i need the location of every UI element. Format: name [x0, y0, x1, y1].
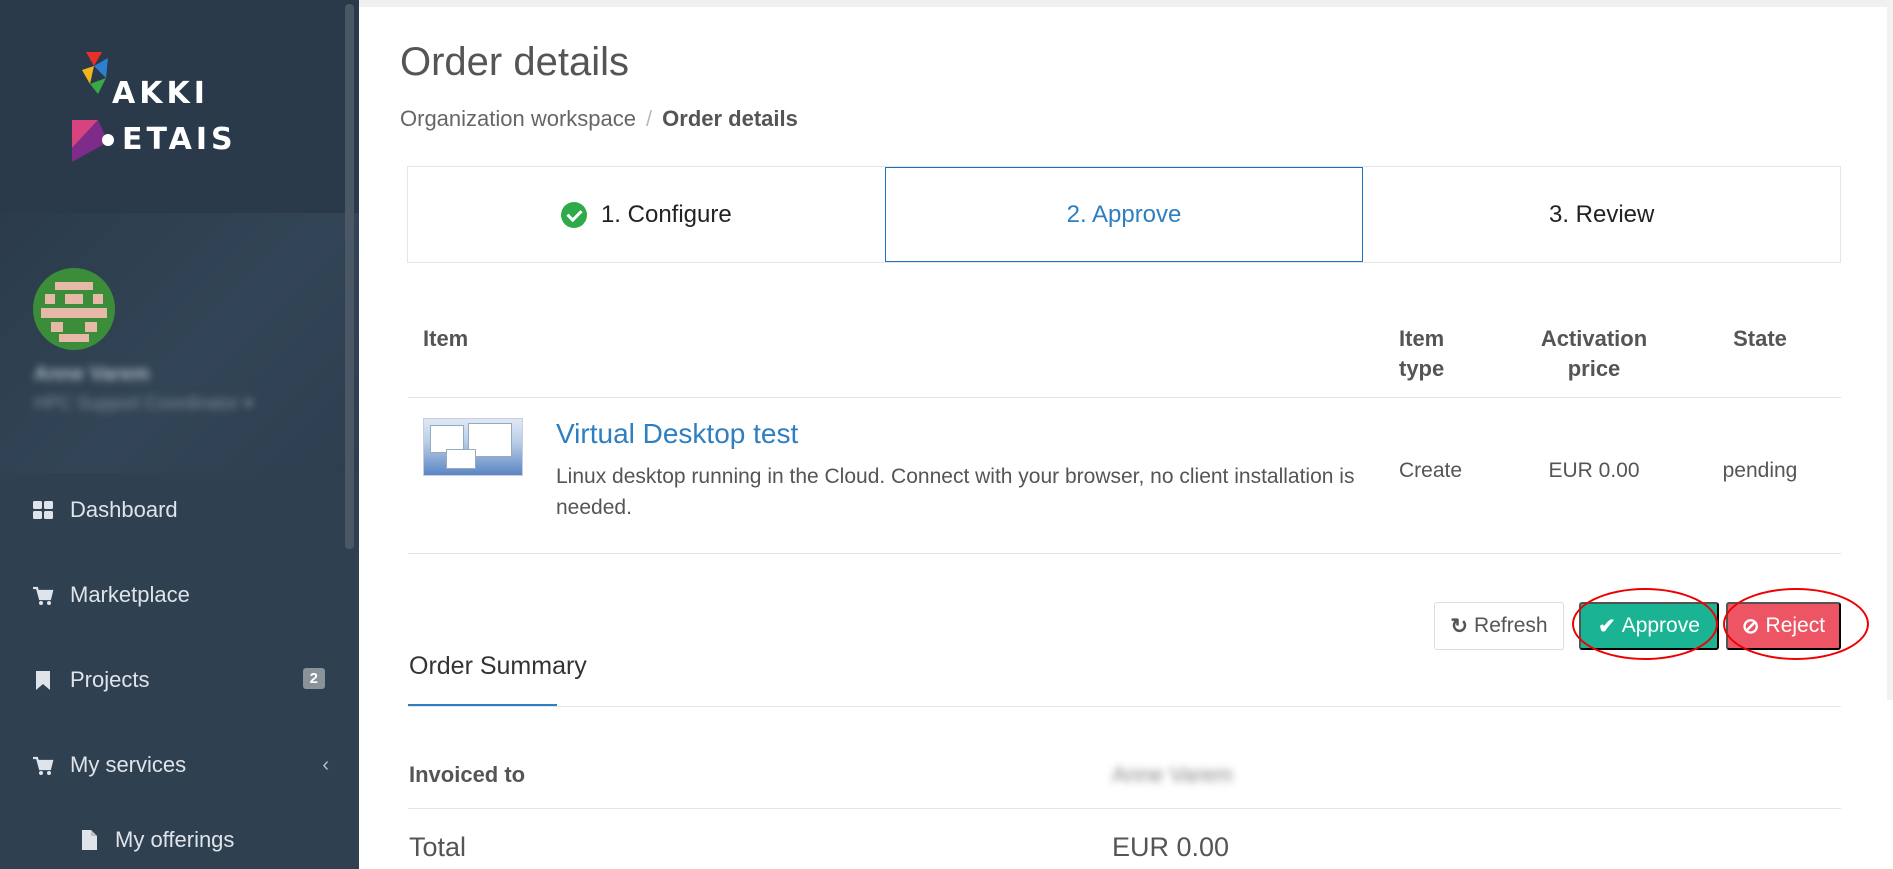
header-item-type: Item type [1384, 312, 1509, 399]
sidebar-item-projects[interactable]: Projects 2 [0, 650, 359, 710]
refresh-label: Refresh [1474, 614, 1548, 637]
item-thumbnail[interactable] [423, 418, 523, 477]
approve-label: Approve [1621, 614, 1700, 637]
reject-label: Reject [1765, 614, 1826, 637]
breadcrumb-parent-link[interactable]: Organization workspace [400, 106, 636, 131]
approve-button[interactable]: ✔ Approve [1579, 602, 1719, 650]
sidebar-item-label: My services [70, 752, 187, 777]
header-item: Item [408, 312, 1384, 399]
sidebar-item-label: Dashboard [70, 497, 178, 522]
activation-price-cell: EUR 0.00 [1509, 397, 1679, 555]
app-root: AKKI ETAIS Anne Varem HPC Support Coordi… [0, 0, 1893, 869]
step-label: 3. Review [1548, 200, 1655, 228]
divider [408, 706, 1841, 707]
projects-count-badge: 2 [302, 668, 325, 689]
sidebar-item-label: Marketplace [70, 582, 190, 607]
step-review[interactable]: 3. Review [1363, 167, 1840, 262]
order-stepper: 1. Configure 2. Approve 3. Review [407, 166, 1841, 263]
reject-button[interactable]: ⊘ Reject [1726, 602, 1841, 650]
sidebar-item-my-offerings[interactable]: My offerings [0, 810, 359, 869]
step-configure[interactable]: 1. Configure [408, 167, 885, 262]
header-activation-price-text: Activation price [1540, 326, 1648, 381]
logo-area: AKKI ETAIS [0, 0, 359, 213]
tab-order-summary[interactable]: Order Summary [409, 652, 587, 681]
breadcrumb-separator: / [646, 106, 653, 131]
header-item-type-text: Item type [1399, 326, 1445, 381]
page-scrollbar[interactable] [1887, 0, 1893, 700]
file-icon [82, 830, 97, 850]
logo[interactable]: AKKI ETAIS [68, 48, 233, 168]
bookmark-icon [36, 671, 50, 690]
item-text: Virtual Desktop test Linux desktop runni… [556, 418, 1356, 523]
step-approve[interactable]: 2. Approve [884, 167, 1364, 262]
order-items-table: Item Item type Activation price State Vi… [408, 312, 1841, 555]
item-title-link[interactable]: Virtual Desktop test [556, 418, 1356, 450]
dashboard-icon [33, 501, 53, 519]
chevron-left-icon[interactable]: ‹ [322, 754, 329, 777]
check-circle-icon [560, 201, 587, 228]
refresh-button[interactable]: ↻ Refresh [1434, 602, 1564, 650]
step-label: 1. Configure [600, 200, 732, 228]
item-description: Linux desktop running in the Cloud. Conn… [556, 465, 1355, 519]
refresh-icon: ↻ [1450, 614, 1469, 638]
header-state: State [1679, 312, 1841, 399]
table-header-row: Item Item type Activation price State [408, 312, 1841, 399]
sidebar-scrollbar[interactable] [345, 4, 354, 549]
identicon-icon [41, 282, 107, 342]
user-profile: Anne Varem HPC Support Coordinator ▾ [0, 213, 359, 473]
logo-text-bottom: ETAIS [122, 122, 237, 157]
invoiced-to-value: Anne Varem [1112, 762, 1233, 787]
sidebar-item-label: My offerings [115, 827, 235, 852]
top-bar [359, 0, 1893, 7]
total-label: Total [409, 832, 467, 862]
ban-icon: ⊘ [1741, 614, 1760, 638]
divider [408, 808, 1841, 809]
avatar[interactable] [33, 268, 115, 350]
table-row: Virtual Desktop test Linux desktop runni… [408, 397, 1841, 555]
main-content: Order details Organization workspace / Ord… [359, 0, 1893, 869]
cart-icon [33, 586, 54, 605]
page-title: Order details [400, 40, 629, 84]
user-role-dropdown[interactable]: HPC Support Coordinator ▾ [34, 393, 253, 414]
sidebar-item-my-services[interactable]: My services ‹ [0, 735, 359, 795]
state-cell: pending [1679, 397, 1841, 555]
logo-text-top: AKKI [112, 76, 209, 111]
cart-icon [33, 756, 54, 775]
user-name: Anne Varem [34, 363, 150, 385]
breadcrumb-current: Order details [662, 106, 798, 131]
sidebar-item-dashboard[interactable]: Dashboard [0, 480, 359, 540]
item-cell: Virtual Desktop test Linux desktop runni… [408, 397, 1384, 555]
header-activation-price: Activation price [1509, 312, 1679, 399]
step-label: 2. Approve [1066, 200, 1182, 228]
breadcrumb: Organization workspace / Order details [400, 106, 798, 132]
invoiced-to-label: Invoiced to [409, 762, 526, 787]
sidebar-item-marketplace[interactable]: Marketplace [0, 565, 359, 625]
check-icon: ✔ [1598, 614, 1616, 638]
active-tab-underline [408, 704, 557, 706]
sidebar-item-label: Projects [70, 667, 150, 692]
item-type-cell: Create [1384, 397, 1509, 555]
item-block: Virtual Desktop test Linux desktop runni… [423, 418, 1369, 523]
total-value: EUR 0.00 [1112, 832, 1230, 862]
sidebar: AKKI ETAIS Anne Varem HPC Support Coordi… [0, 0, 359, 869]
